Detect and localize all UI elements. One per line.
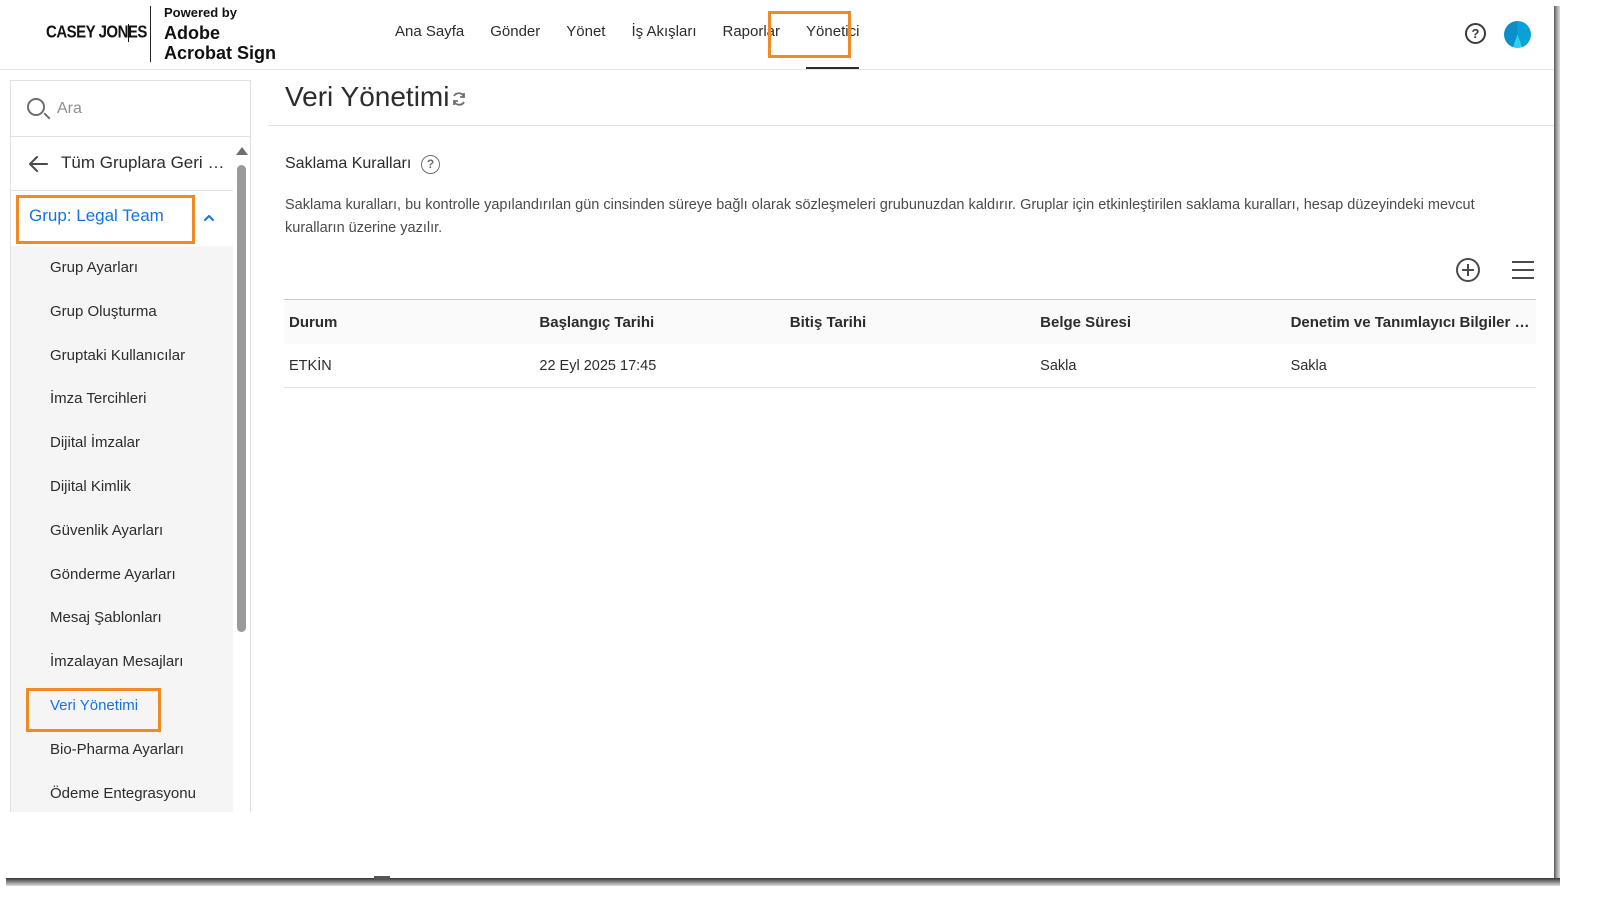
sidebar-item-digital-signatures[interactable]: Dijital İmzalar xyxy=(11,421,233,465)
column-header-status[interactable]: Durum xyxy=(284,314,534,331)
hamburger-menu-icon[interactable] xyxy=(1512,261,1534,279)
cell-document-duration: Sakla xyxy=(1040,357,1077,374)
group-settings-menu: Grup Ayarları Grup Oluşturma Gruptaki Ku… xyxy=(11,246,233,812)
window-shadow-right xyxy=(1554,6,1560,884)
page-title-bar: Veri Yönetimi xyxy=(268,70,1554,126)
nav-admin[interactable]: Yönetici xyxy=(793,0,872,69)
product-name-line1: Adobe xyxy=(164,23,220,43)
product-name-line2: Acrobat Sign xyxy=(164,43,277,63)
sidebar-item-group-settings[interactable]: Grup Ayarları xyxy=(11,246,233,290)
main-content: Veri Yönetimi Saklama Kuralları ? Saklam… xyxy=(268,70,1554,878)
cell-start-date: 22 Eyl 2025 17:45 xyxy=(539,357,657,374)
sidebar-item-signature-preferences[interactable]: İmza Tercihleri xyxy=(11,377,233,421)
section-title: Saklama Kuralları xyxy=(285,155,412,172)
column-header-document-duration[interactable]: Belge Süresi xyxy=(1035,314,1285,331)
product-logo: Powered by Adobe Acrobat Sign xyxy=(164,6,276,63)
back-to-groups[interactable]: Tüm Gruplara Geri Dön xyxy=(11,137,233,191)
sidebar-item-signer-messages[interactable]: İmzalayan Mesajları xyxy=(11,640,233,684)
page-title: Veri Yönetimi xyxy=(285,81,450,112)
sidebar-item-message-templates[interactable]: Mesaj Şablonları xyxy=(11,596,233,640)
sidebar-item-group-creation[interactable]: Grup Oluşturma xyxy=(11,290,233,334)
arrow-left-icon xyxy=(29,156,48,172)
bottom-edge-mark xyxy=(374,876,390,880)
app-window: CASEY JONES Powered by Adobe Acrobat Sig… xyxy=(0,0,1554,878)
powered-by-text: Powered by xyxy=(164,5,237,20)
group-header[interactable]: Grup: Legal Team xyxy=(11,192,233,246)
admin-sidebar: Tüm Gruplara Geri Dön Grup: Legal Team G… xyxy=(10,80,251,812)
nav-reports[interactable]: Raporlar xyxy=(710,0,794,66)
sidebar-item-payment-integration[interactable]: Ödeme Entegrasyonu xyxy=(11,772,233,812)
logo-bar xyxy=(128,24,129,42)
retention-rules-table: Durum Başlangıç Tarihi Bitiş Tarihi Belg… xyxy=(284,299,1536,388)
sidebar-item-users-in-group[interactable]: Gruptaki Kullanıcılar xyxy=(11,334,233,378)
group-name: Grup: Legal Team xyxy=(29,206,164,225)
cell-audit-duration: Sakla xyxy=(1290,357,1327,374)
nav-send[interactable]: Gönder xyxy=(477,0,553,66)
table-header: Durum Başlangıç Tarihi Bitiş Tarihi Belg… xyxy=(284,300,1536,344)
cell-status: ETKİN xyxy=(289,357,332,374)
nav-manage[interactable]: Yönet xyxy=(553,0,618,66)
sidebar-search xyxy=(11,81,250,137)
logo-divider xyxy=(150,6,151,62)
sidebar-item-digital-identity[interactable]: Dijital Kimlik xyxy=(11,465,233,509)
scrollbar-thumb[interactable] xyxy=(237,165,246,632)
column-header-audit-duration[interactable]: Denetim ve Tanımlayıcı Bilgiler Süresi xyxy=(1286,314,1536,331)
section-description: Saklama kuralları, bu kontrolle yapıland… xyxy=(285,197,1475,236)
chevron-up-icon[interactable] xyxy=(203,212,215,224)
nav-home[interactable]: Ana Sayfa xyxy=(382,0,477,66)
nav-workflows[interactable]: İş Akışları xyxy=(618,0,709,66)
column-header-start-date[interactable]: Başlangıç Tarihi xyxy=(534,314,784,331)
company-logo: CASEY JONES xyxy=(46,22,147,43)
window-shadow-bottom xyxy=(6,878,1560,886)
help-icon[interactable]: ? xyxy=(421,155,440,174)
sidebar-scrollbar[interactable] xyxy=(235,137,249,812)
sidebar-item-data-management[interactable]: Veri Yönetimi xyxy=(11,684,233,728)
scroll-up-arrow-icon[interactable] xyxy=(236,147,248,155)
search-icon xyxy=(27,98,45,116)
sidebar-item-bio-pharma-settings[interactable]: Bio-Pharma Ayarları xyxy=(11,728,233,772)
back-to-groups-label: Tüm Gruplara Geri Dön xyxy=(61,153,233,172)
sidebar-item-security-settings[interactable]: Güvenlik Ayarları xyxy=(11,509,233,553)
top-header: CASEY JONES Powered by Adobe Acrobat Sig… xyxy=(0,0,1554,70)
add-circle-icon[interactable] xyxy=(1456,258,1480,282)
user-avatar[interactable] xyxy=(1504,21,1531,48)
main-nav: Ana Sayfa Gönder Yönet İş Akışları Rapor… xyxy=(382,0,872,70)
refresh-icon[interactable] xyxy=(451,91,467,107)
sidebar-item-send-settings[interactable]: Gönderme Ayarları xyxy=(11,553,233,597)
search-input[interactable] xyxy=(57,97,227,121)
table-row[interactable]: ETKİN 22 Eyl 2025 17:45 Sakla Sakla xyxy=(284,344,1536,388)
column-header-end-date[interactable]: Bitiş Tarihi xyxy=(785,314,1035,331)
help-icon[interactable]: ? xyxy=(1465,23,1486,44)
